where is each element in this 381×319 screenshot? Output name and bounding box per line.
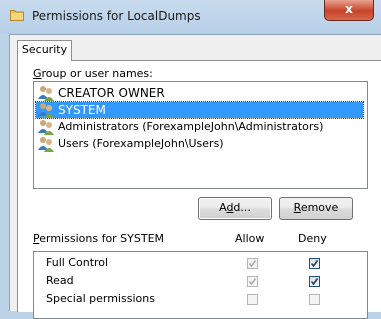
deny-column-header: Deny <box>298 232 327 245</box>
full-control-allow-checkbox[interactable] <box>247 258 258 269</box>
allow-column-header: Allow <box>235 232 265 245</box>
security-tab-panel: Group or user names: CREATOR OWNER SYSTE… <box>17 60 381 319</box>
dialog-body: Security Group or user names: CREATOR OW… <box>9 34 381 319</box>
add-button[interactable]: Add... <box>198 197 272 220</box>
folder-icon <box>10 10 24 21</box>
permissions-list: Full Control Read Special permissions <box>33 251 368 319</box>
user-group-icon <box>38 120 54 135</box>
remove-button[interactable]: Remove <box>279 197 353 220</box>
title-bar: Permissions for LocalDumps x <box>0 0 381 34</box>
window-title: Permissions for LocalDumps <box>32 9 201 23</box>
permission-row-full-control: Full Control <box>34 254 367 272</box>
group-or-user-names-label: Group or user names: <box>33 67 153 80</box>
special-allow-checkbox[interactable] <box>247 294 258 305</box>
permission-row-special: Special permissions <box>34 290 367 308</box>
permissions-for-label: Permissions for SYSTEM <box>33 232 165 245</box>
list-item-system[interactable]: SYSTEM <box>35 101 364 119</box>
special-deny-checkbox[interactable] <box>309 294 320 305</box>
user-group-icon <box>38 86 54 101</box>
read-deny-checkbox[interactable] <box>309 276 320 287</box>
user-group-icon <box>38 103 54 118</box>
read-allow-checkbox[interactable] <box>247 276 258 287</box>
user-group-icon <box>38 137 54 152</box>
permission-row-read: Read <box>34 272 367 290</box>
close-button[interactable]: x <box>324 0 374 21</box>
user-list[interactable]: CREATOR OWNER SYSTEM Administrators (For… <box>33 81 368 189</box>
tab-security[interactable]: Security <box>17 40 72 61</box>
full-control-deny-checkbox[interactable] <box>309 258 320 269</box>
